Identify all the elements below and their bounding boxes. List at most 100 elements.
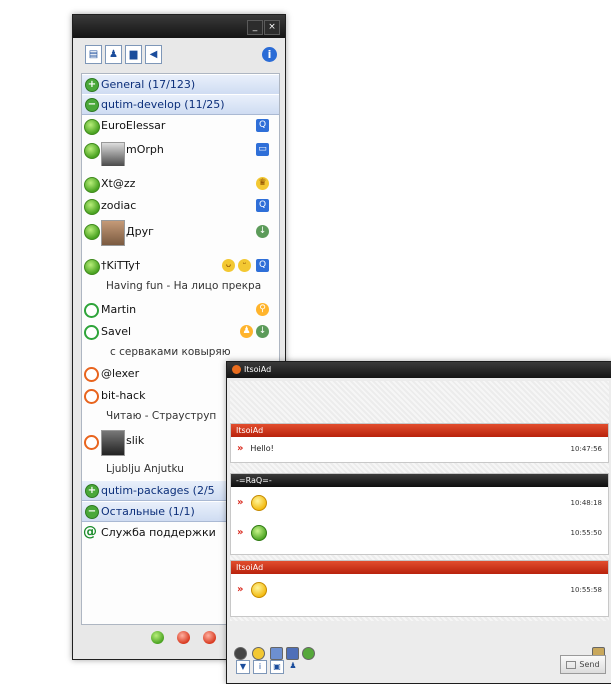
avatar: [101, 430, 125, 456]
contact-morph[interactable]: mOrph ▭: [82, 140, 279, 166]
refresh-icon[interactable]: [302, 647, 315, 660]
na-status-icon: [84, 367, 99, 382]
download-client-icon: ↓: [256, 225, 269, 238]
account-status-button[interactable]: [177, 631, 190, 644]
group-general[interactable]: + General (17/123): [82, 74, 279, 95]
smiley-picker-icon[interactable]: [252, 647, 265, 660]
online-status-icon: [84, 224, 100, 240]
collapse-icon[interactable]: −: [85, 98, 99, 112]
contact-savel[interactable]: Savel ♟ ↓: [82, 322, 279, 342]
speaker-icon[interactable]: ◀: [145, 45, 162, 64]
offline-status-icon: [84, 303, 99, 318]
collapse-icon[interactable]: −: [85, 505, 99, 519]
incoming-arrows-icon: »: [237, 584, 244, 595]
minimize-button[interactable]: _: [247, 20, 263, 35]
online-status-icon: [84, 119, 100, 135]
status-message: Читаю - Страуструп: [106, 410, 217, 422]
message-line: » Hello! 10:47:56: [237, 438, 608, 460]
crown-icon: ♛: [256, 177, 269, 190]
group-label: General (17/123): [101, 78, 196, 91]
message-time: 10:47:56: [570, 445, 602, 453]
chat-window-icon: [232, 365, 241, 374]
contact-name: Друг: [126, 225, 154, 238]
chat-log[interactable]: ItsoiAd » Hello! 10:47:56 -=RaQ=- » 10:4…: [230, 381, 609, 621]
contact-drug[interactable]: Друг ↓: [82, 218, 279, 248]
incoming-arrows-icon: »: [237, 527, 244, 538]
contact-xtazz[interactable]: Xt@zz ♛: [82, 174, 279, 194]
contact-name: †KiTTy†: [101, 259, 141, 272]
contact-name: bit-hack: [101, 389, 146, 402]
folder-icon[interactable]: ▆: [125, 45, 142, 64]
laugh-smiley-icon: ᴗ: [222, 259, 235, 272]
send-button[interactable]: Send: [560, 655, 606, 674]
chat-window: ItsoiAd ItsoiAd » Hello! 10:47:56 -=RaQ=…: [226, 361, 611, 684]
message-block: ItsoiAd » 10:55:58: [230, 560, 609, 617]
message-time: 10:55:50: [570, 529, 602, 537]
user-icon[interactable]: ♟: [105, 45, 122, 64]
chat-title: ItsoiAd: [244, 365, 272, 374]
smiley-icon: [251, 494, 268, 511]
chat-titlebar[interactable]: ItsoiAd: [227, 362, 611, 378]
message-sender: ItsoiAd: [231, 561, 608, 574]
image-icon[interactable]: [270, 647, 283, 660]
contact-martin[interactable]: Martin ⚲: [82, 300, 279, 320]
online-status-button[interactable]: [151, 631, 164, 644]
send-label: Send: [579, 660, 600, 669]
contact-list-titlebar[interactable]: _ ×: [73, 15, 285, 38]
contact-zodiac[interactable]: zodiac Q: [82, 196, 279, 216]
contact-status-text: с серваками ковыряю: [82, 342, 279, 362]
contact-card-icon[interactable]: ▣: [270, 660, 284, 674]
online-status-icon: [84, 259, 100, 275]
filter-icon[interactable]: ▼: [236, 660, 250, 674]
online-status-icon: [84, 177, 100, 193]
expand-icon[interactable]: +: [85, 78, 99, 92]
person-icon: ♟: [240, 325, 253, 338]
envelope-icon: [566, 660, 577, 669]
smiley-icon: [251, 581, 268, 598]
save-icon[interactable]: [286, 647, 299, 660]
message-line: » 10:55:50: [237, 522, 608, 544]
na-status-icon: [84, 435, 99, 450]
group-label: Остальные (1/1): [101, 505, 195, 518]
qip-client-icon: Q: [256, 119, 269, 132]
info-panel-icon[interactable]: i: [253, 660, 267, 674]
green-smiley-icon: [251, 524, 268, 541]
offline-status-icon: [84, 325, 99, 340]
status-message: Having fun - На лицо прекра: [106, 280, 262, 292]
message-block: ItsoiAd » Hello! 10:47:56: [230, 423, 609, 463]
incoming-arrows-icon: »: [237, 443, 244, 454]
info-icon[interactable]: i: [262, 47, 277, 62]
notes-icon[interactable]: ▤: [85, 45, 102, 64]
message-sender: ItsoiAd: [231, 424, 608, 437]
contact-name: mOrph: [126, 143, 164, 156]
message-sender: -=RaQ=-: [231, 474, 608, 487]
contact-euroelessar[interactable]: EuroElessar Q: [82, 116, 279, 136]
contact-name: zodiac: [101, 199, 137, 212]
group-qutim-develop[interactable]: − qutim-develop (11/25): [82, 94, 279, 115]
download-client-icon: ↓: [256, 325, 269, 338]
group-label: qutim-packages (2/5: [101, 484, 215, 497]
incoming-arrows-icon: »: [237, 497, 244, 508]
close-button[interactable]: ×: [264, 20, 280, 35]
contact-name: Savel: [101, 325, 132, 338]
message-block: -=RaQ=- » 10:48:18 » 10:55:50: [230, 473, 609, 555]
contact-list-toolbar: ▤ ♟ ▆ ◀ i: [77, 39, 281, 69]
status-message: с серваками ковыряю: [110, 346, 231, 358]
avatar: [101, 220, 125, 246]
contact-kitty[interactable]: †KiTTy† ᵕ ᴗ Q: [82, 256, 279, 276]
group-label: qutim-develop (11/25): [101, 98, 225, 111]
cat-smiley-icon: ᵕ: [238, 259, 251, 272]
message-time: 10:55:58: [570, 586, 602, 594]
message-text: Hello!: [250, 444, 274, 453]
key-icon: ⚲: [256, 303, 269, 316]
account-status-button[interactable]: [203, 631, 216, 644]
person-icon[interactable]: ♟: [287, 660, 299, 672]
contact-name: Martin: [101, 303, 137, 316]
record-icon[interactable]: [234, 647, 247, 660]
contact-name: @lexer: [101, 367, 140, 380]
na-status-icon: [84, 389, 99, 404]
chat-client-icon: ▭: [256, 143, 269, 156]
avatar: [101, 142, 125, 166]
online-status-icon: [84, 143, 100, 159]
expand-icon[interactable]: +: [85, 484, 99, 498]
